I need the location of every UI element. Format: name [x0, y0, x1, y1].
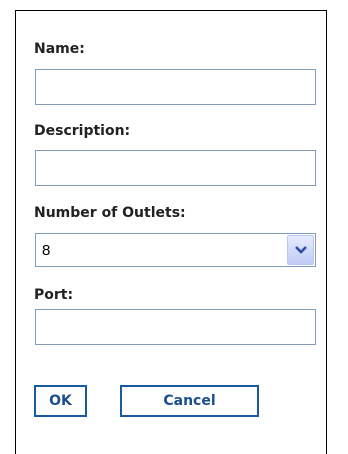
outlets-select[interactable]: 8: [35, 233, 316, 267]
outlets-label: Number of Outlets:: [34, 205, 186, 221]
name-input[interactable]: [35, 69, 316, 105]
cancel-button[interactable]: Cancel: [120, 385, 259, 417]
dropdown-button[interactable]: [287, 235, 314, 265]
form-panel: Name: Description: Number of Outlets: 8 …: [15, 10, 327, 454]
name-label: Name:: [34, 41, 85, 57]
port-label: Port:: [34, 287, 74, 303]
outlets-selected-value: 8: [42, 242, 51, 259]
chevron-down-icon: [295, 246, 307, 254]
port-input[interactable]: [35, 309, 316, 345]
description-label: Description:: [34, 123, 131, 139]
description-input[interactable]: [35, 150, 316, 186]
ok-button[interactable]: OK: [34, 385, 87, 417]
